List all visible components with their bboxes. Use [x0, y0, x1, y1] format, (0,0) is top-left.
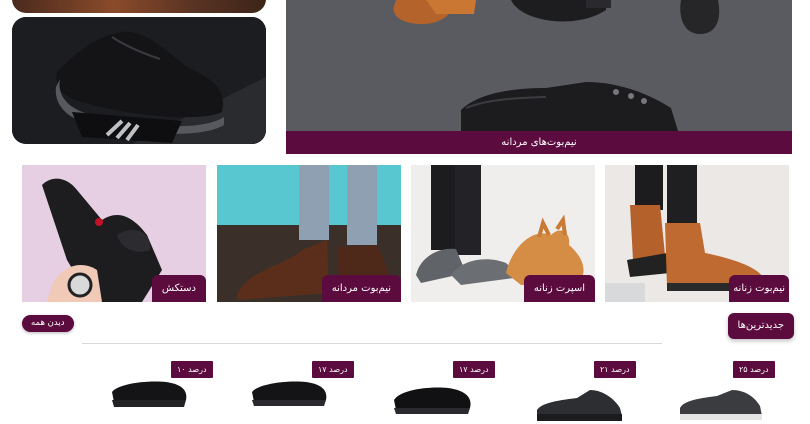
category-card-gloves[interactable]: دستکش [22, 165, 206, 302]
section-divider [82, 343, 662, 344]
category-label-men-half-boot: نیم‌بوت مردانه [321, 275, 401, 302]
newest-title: جدیدترین‌ها [727, 313, 794, 339]
see-all-button[interactable]: دیدن همه [22, 315, 74, 332]
discount-badge: ۱۰ درصد [171, 361, 213, 378]
discount-badge: ۱۷ درصد [453, 361, 495, 378]
category-card-men-half-boot[interactable]: نیم‌بوت مردانه [217, 165, 401, 302]
sneaker-image [12, 17, 266, 144]
discount-badge: ۲۵ درصد [733, 361, 775, 378]
category-label-gloves: دستکش [151, 275, 206, 302]
promo-thumbnail-leather[interactable] [12, 0, 266, 13]
discount-badge: ۱۷ درصد [312, 361, 354, 378]
category-card-women-sport[interactable]: اسپرت زنانه [411, 165, 595, 302]
category-label-women-half-boot: نیم‌بوت زنانه [729, 275, 789, 302]
hero-caption: نیم‌بوت‌های مردانه [286, 131, 792, 154]
category-card-women-half-boot[interactable]: نیم‌بوت زنانه [605, 165, 789, 302]
promo-thumbnail-sneaker[interactable] [12, 17, 266, 144]
discount-badge: ۲۱ درصد [594, 361, 636, 378]
category-label-women-sport: اسپرت زنانه [523, 275, 595, 302]
hero-banner[interactable]: نیم‌بوت‌های مردانه [286, 0, 792, 154]
